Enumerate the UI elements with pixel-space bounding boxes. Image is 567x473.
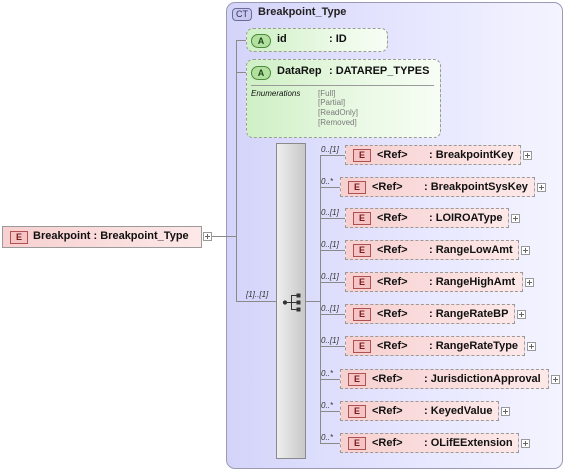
expand-toggle-breakpointsyskey[interactable] bbox=[537, 183, 546, 192]
child-element-breakpointsyskey[interactable]: E <Ref> : BreakpointSysKey bbox=[340, 177, 535, 197]
attribute-badge: A bbox=[251, 66, 271, 80]
enum-value: [Partial] bbox=[318, 98, 346, 107]
root-element-breakpoint[interactable]: E Breakpoint : Breakpoint_Type bbox=[2, 226, 202, 248]
attribute-datarep-name: DataRep bbox=[277, 65, 322, 77]
child-element-rangelowamt[interactable]: E <Ref> : RangeLowAmt bbox=[345, 240, 519, 260]
child-multiplicity: 0..* bbox=[321, 177, 334, 186]
element-badge: E bbox=[353, 276, 371, 289]
child-element-rangeratebp[interactable]: E <Ref> : RangeRateBP bbox=[345, 304, 515, 324]
child-element-keyedvalue[interactable]: E <Ref> : KeyedValue bbox=[340, 401, 499, 421]
child-ref-label: <Ref> bbox=[372, 405, 403, 417]
child-element-name: : BreakpointSysKey bbox=[424, 181, 528, 193]
child-element-name: : RangeLowAmt bbox=[429, 244, 513, 256]
sequence-icon bbox=[282, 293, 301, 312]
attribute-id-type: : ID bbox=[329, 33, 347, 45]
attribute-id[interactable]: A id : ID bbox=[246, 28, 388, 52]
child-element-rangehighamt[interactable]: E <Ref> : RangeHighAmt bbox=[345, 272, 523, 292]
child-element-name: : KeyedValue bbox=[424, 405, 493, 417]
attribute-datarep[interactable]: A DataRep : DATAREP_TYPES Enumerations [… bbox=[246, 59, 441, 138]
child-multiplicity: 0..[1] bbox=[321, 336, 339, 345]
child-element-jurisdictionapproval[interactable]: E <Ref> : JurisdictionApproval bbox=[340, 369, 549, 389]
sequence-compositor[interactable] bbox=[276, 143, 306, 459]
child-element-name: : LOIROAType bbox=[429, 212, 503, 224]
child-element-breakpointkey[interactable]: E <Ref> : BreakpointKey bbox=[345, 145, 521, 165]
child-ref-label: <Ref> bbox=[377, 340, 408, 352]
expand-toggle-breakpointkey[interactable] bbox=[523, 151, 532, 160]
child-multiplicity: 0..* bbox=[321, 401, 334, 410]
child-ref-label: <Ref> bbox=[372, 181, 403, 193]
child-element-name: : RangeHighAmt bbox=[429, 276, 516, 288]
child-ref-label: <Ref> bbox=[377, 308, 408, 320]
attribute-id-name: id bbox=[277, 33, 287, 45]
expand-toggle-olifeextension[interactable] bbox=[521, 439, 530, 448]
element-badge: E bbox=[348, 373, 366, 386]
expand-toggle-jurisdictionapproval[interactable] bbox=[551, 375, 560, 384]
complex-type-badge: CT bbox=[232, 8, 252, 21]
child-ref-label: <Ref> bbox=[377, 244, 408, 256]
element-badge: E bbox=[353, 212, 371, 225]
enum-value: [Full] bbox=[318, 89, 336, 98]
root-element-label: Breakpoint : Breakpoint_Type bbox=[33, 230, 189, 242]
child-multiplicity: 0..[1] bbox=[321, 304, 339, 313]
child-ref-label: <Ref> bbox=[372, 437, 403, 449]
child-element-name: : RangeRateType bbox=[429, 340, 519, 352]
attribute-badge: A bbox=[251, 34, 271, 48]
element-badge: E bbox=[348, 181, 366, 194]
child-ref-label: <Ref> bbox=[372, 373, 403, 385]
child-ref-label: <Ref> bbox=[377, 212, 408, 224]
attribute-datarep-type: : DATAREP_TYPES bbox=[329, 65, 430, 77]
child-element-name: : JurisdictionApproval bbox=[424, 373, 541, 385]
child-element-name: : RangeRateBP bbox=[429, 308, 509, 320]
child-element-olifeextension[interactable]: E <Ref> : OLifEExtension bbox=[340, 433, 519, 453]
child-ref-label: <Ref> bbox=[377, 276, 408, 288]
enum-value: [Removed] bbox=[318, 118, 357, 127]
element-badge: E bbox=[353, 244, 371, 257]
child-multiplicity: 0..[1] bbox=[321, 240, 339, 249]
element-badge: E bbox=[10, 231, 28, 244]
expand-toggle-rangelowamt[interactable] bbox=[521, 246, 530, 255]
enum-value: [ReadOnly] bbox=[318, 108, 359, 117]
complex-type-name: Breakpoint_Type bbox=[258, 6, 347, 18]
child-ref-label: <Ref> bbox=[377, 149, 408, 161]
element-badge: E bbox=[353, 340, 371, 353]
expand-toggle-keyedvalue[interactable] bbox=[501, 407, 510, 416]
expand-toggle-rangeratetype[interactable] bbox=[527, 342, 536, 351]
element-badge: E bbox=[348, 405, 366, 418]
expand-toggle-root[interactable] bbox=[203, 232, 212, 241]
sequence-multiplicity: [1]..[1] bbox=[246, 290, 269, 299]
child-multiplicity: 0..[1] bbox=[321, 145, 339, 154]
element-badge: E bbox=[348, 437, 366, 450]
child-multiplicity: 0..* bbox=[321, 369, 334, 378]
enumerations-label: Enumerations bbox=[251, 89, 301, 98]
child-element-loiroatype[interactable]: E <Ref> : LOIROAType bbox=[345, 208, 509, 228]
child-multiplicity: 0..[1] bbox=[321, 208, 339, 217]
element-badge: E bbox=[353, 308, 371, 321]
expand-toggle-loiroatype[interactable] bbox=[511, 214, 520, 223]
enumeration-divider bbox=[251, 85, 434, 86]
expand-toggle-rangehighamt[interactable] bbox=[525, 278, 534, 287]
child-multiplicity: 0..[1] bbox=[321, 272, 339, 281]
child-element-name: : OLifEExtension bbox=[424, 437, 513, 449]
element-badge: E bbox=[353, 149, 371, 162]
child-element-name: : BreakpointKey bbox=[429, 149, 514, 161]
child-multiplicity: 0..* bbox=[321, 433, 334, 442]
expand-toggle-rangeratebp[interactable] bbox=[517, 310, 526, 319]
child-element-rangeratetype[interactable]: E <Ref> : RangeRateType bbox=[345, 336, 525, 356]
